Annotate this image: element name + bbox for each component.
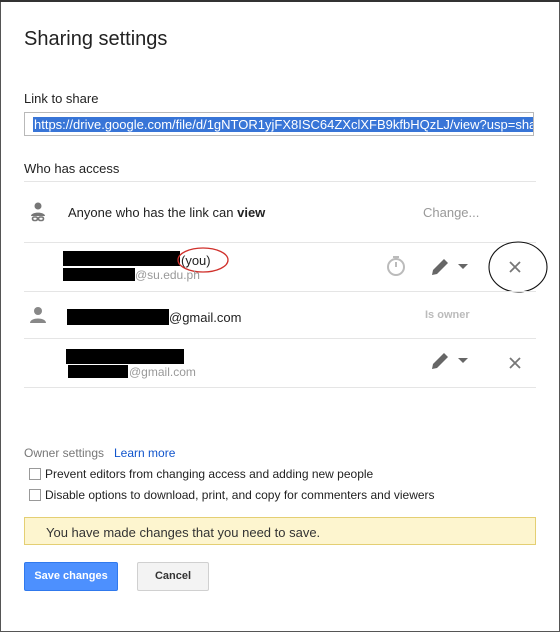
person-icon	[27, 304, 49, 326]
anyone-with-link-label: Anyone who has the link can	[68, 205, 238, 220]
share-link-field[interactable]: https://drive.google.com/file/d/1gNTOR1y…	[24, 112, 534, 136]
timer-icon[interactable]	[385, 255, 407, 277]
dropdown-caret-icon[interactable]	[458, 264, 468, 270]
redacted-email	[63, 268, 135, 281]
who-has-access-label: Who has access	[24, 161, 120, 176]
user3-email-domain: @gmail.com	[129, 365, 196, 379]
redacted-name	[63, 251, 180, 266]
redacted-name	[66, 349, 184, 364]
anyone-with-link-text: Anyone who has the link can view	[68, 205, 265, 220]
prevent-editors-label: Prevent editors from changing access and…	[45, 467, 374, 481]
close-icon[interactable]	[509, 261, 521, 273]
owner-settings-label: Owner settings	[24, 446, 105, 460]
change-link-access-button[interactable]: Change...	[423, 205, 479, 220]
anyone-permission: view	[237, 205, 266, 220]
divider	[24, 291, 536, 292]
cancel-button[interactable]: Cancel	[137, 562, 209, 591]
divider	[24, 387, 536, 388]
disable-download-checkbox[interactable]	[29, 489, 41, 501]
divider	[24, 242, 536, 243]
learn-more-link[interactable]: Learn more	[114, 446, 175, 460]
disable-download-label: Disable options to download, print, and …	[45, 488, 435, 502]
dialog-title: Sharing settings	[24, 28, 168, 50]
owner-role-label: Is owner	[425, 309, 470, 321]
divider	[24, 338, 536, 339]
user1-email-domain: @su.edu.ph	[135, 268, 200, 282]
close-icon[interactable]	[509, 357, 521, 369]
window-top-border	[0, 0, 560, 2]
divider	[24, 181, 536, 182]
redacted-email	[68, 365, 128, 378]
link-person-icon	[26, 200, 52, 226]
unsaved-changes-notice: You have made changes that you need to s…	[24, 517, 536, 545]
dropdown-caret-icon[interactable]	[458, 358, 468, 364]
redacted-name	[67, 309, 169, 325]
unsaved-changes-text: You have made changes that you need to s…	[46, 525, 321, 540]
pencil-icon[interactable]	[429, 256, 451, 278]
user2-email-domain: @gmail.com	[169, 310, 242, 325]
pencil-icon[interactable]	[429, 350, 451, 372]
save-changes-button[interactable]: Save changes	[24, 562, 118, 591]
link-to-share-label: Link to share	[24, 91, 99, 106]
share-link-value: https://drive.google.com/file/d/1gNTOR1y…	[33, 117, 533, 132]
prevent-editors-checkbox[interactable]	[29, 468, 41, 480]
